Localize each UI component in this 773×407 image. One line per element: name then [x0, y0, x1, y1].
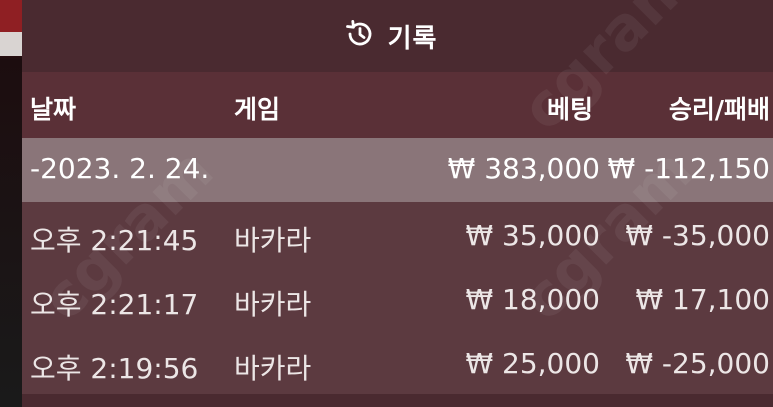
row-result: ₩ -35,000	[625, 219, 770, 252]
page-title: 기록	[387, 23, 438, 54]
row-time: 오후 2:21:45	[30, 224, 199, 257]
row-result: ₩ -25,000	[625, 347, 770, 380]
row-bet: ₩ 35,000	[465, 219, 600, 252]
row-game: 바카라	[234, 352, 312, 385]
row-time: 오후 2:19:56	[30, 352, 199, 385]
column-header-date: 날짜	[30, 95, 77, 124]
history-list: 오후 2:21:45 바카라 ₩ 35,000 ₩ -35,000 오후 2:2…	[22, 202, 773, 394]
row-game: 바카라	[234, 288, 312, 321]
table-row[interactable]: 오후 2:21:45 바카라 ₩ 35,000 ₩ -35,000	[22, 202, 773, 266]
column-header-bet: 베팅	[546, 95, 593, 124]
history-icon	[344, 19, 374, 53]
table-row[interactable]: 오후 2:21:17 바카라 ₩ 18,000 ₩ 17,100	[22, 266, 773, 330]
row-bet: ₩ 25,000	[465, 347, 600, 380]
row-game: 바카라	[234, 224, 312, 257]
row-result: ₩ 17,100	[635, 283, 770, 316]
column-header-result: 승리/패배	[668, 95, 770, 124]
summary-bet: ₩ 383,000	[447, 152, 600, 185]
summary-date: -2023. 2. 24.	[30, 152, 210, 185]
table-row[interactable]: 오후 2:19:56 바카라 ₩ 25,000 ₩ -25,000	[22, 330, 773, 394]
background-white-stripe	[0, 32, 22, 56]
date-summary-row[interactable]: -2023. 2. 24. ₩ 383,000 ₩ -112,150	[22, 138, 773, 202]
background-edge	[0, 0, 22, 407]
column-header-game: 게임	[234, 95, 281, 124]
column-header-row: 날짜 게임 베팅 승리/패배	[22, 72, 773, 138]
summary-result: ₩ -112,150	[607, 152, 770, 185]
header-title-group: 기록	[344, 18, 438, 55]
history-panel: 기록 날짜 게임 베팅 승리/패배 -2023. 2. 24. ₩ 383,00…	[22, 0, 773, 407]
row-time: 오후 2:21:17	[30, 288, 199, 321]
row-bet: ₩ 18,000	[465, 283, 600, 316]
panel-header: 기록	[22, 0, 773, 72]
background-red-stripe	[0, 0, 22, 32]
